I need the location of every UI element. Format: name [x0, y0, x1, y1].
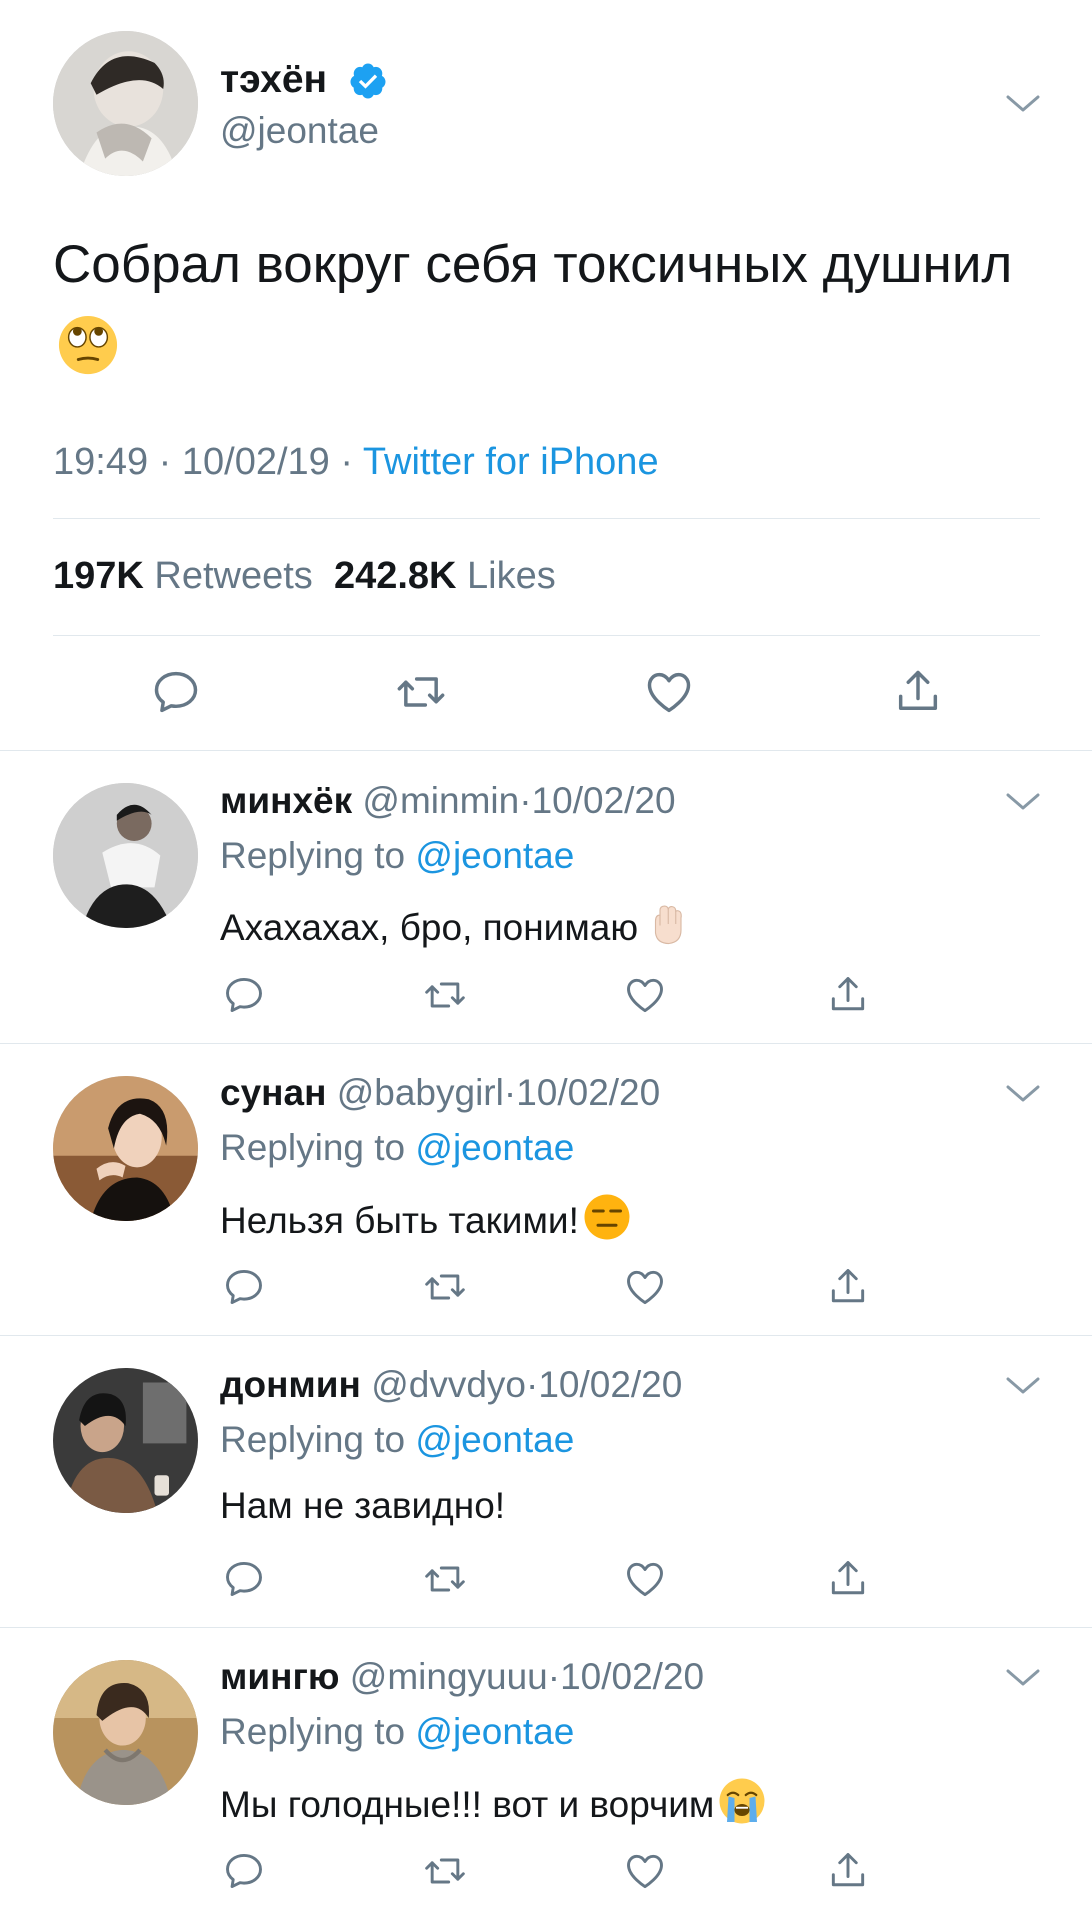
replying-to-mention[interactable]: @jeontae — [415, 835, 574, 876]
heart-icon[interactable] — [623, 1849, 667, 1893]
heart-icon[interactable] — [643, 666, 695, 718]
reply-avatar[interactable] — [53, 1660, 198, 1805]
chevron-down-icon[interactable] — [1006, 1376, 1040, 1396]
verified-badge-icon — [350, 63, 386, 99]
divider — [53, 518, 1040, 519]
divider — [0, 1043, 1092, 1044]
reply-author-name[interactable]: донмин — [220, 1364, 361, 1405]
replying-to: Replying to @jeontae — [220, 1419, 574, 1461]
reply-icon[interactable] — [222, 1265, 266, 1309]
meta-separator: · — [519, 780, 532, 821]
divider — [0, 750, 1092, 751]
reply-text-content: Ахахахах, бро, понимаю — [220, 907, 639, 948]
replying-to: Replying to @jeontae — [220, 835, 574, 877]
share-icon[interactable] — [892, 666, 944, 718]
reply-date[interactable]: 10/02/20 — [560, 1656, 704, 1697]
reply-author-name[interactable]: сунан — [220, 1072, 326, 1113]
likes-stat[interactable]: 242.8K Likes — [334, 555, 556, 597]
reply-header: сунан @babygirl·10/02/20 — [220, 1072, 660, 1114]
meta-separator: · — [340, 441, 354, 483]
chevron-down-icon[interactable] — [1006, 792, 1040, 812]
divider — [53, 635, 1040, 636]
reply-text: Ахахахах, бро, понимаю — [220, 900, 690, 949]
reply-avatar[interactable] — [53, 783, 198, 928]
meta-separator: · — [158, 441, 172, 483]
chevron-down-icon[interactable] — [1006, 1668, 1040, 1688]
heart-icon[interactable] — [623, 1557, 667, 1601]
replying-to-mention[interactable]: @jeontae — [415, 1127, 574, 1168]
reply-header: мингю @mingyuuu·10/02/20 — [220, 1656, 704, 1698]
reply-author-handle[interactable]: @dvvdyo — [371, 1364, 526, 1405]
share-icon[interactable] — [826, 1265, 870, 1309]
reply-text-content: Мы голодные!!! вот и ворчим — [220, 1784, 715, 1825]
reply-icon[interactable] — [150, 666, 202, 718]
reply-date[interactable]: 10/02/20 — [538, 1364, 682, 1405]
author-name[interactable]: тэхён — [220, 58, 327, 102]
divider — [0, 1627, 1092, 1628]
loudly-crying-face-emoji-icon — [719, 1778, 765, 1824]
chevron-down-icon[interactable] — [1006, 1084, 1040, 1104]
reply-text-content: Нельзя быть такими! — [220, 1200, 579, 1241]
reply-icon[interactable] — [222, 1557, 266, 1601]
replying-to-label: Replying to — [220, 835, 406, 876]
reply-avatar[interactable] — [53, 1076, 198, 1221]
replying-to: Replying to @jeontae — [220, 1127, 574, 1169]
author-avatar[interactable] — [53, 31, 198, 176]
retweet-icon[interactable] — [423, 1265, 467, 1309]
replying-to-mention[interactable]: @jeontae — [415, 1419, 574, 1460]
tweet-text: Собрал вокруг себя токсичных душнил — [53, 222, 1013, 394]
reply-text: Нам не завидно! — [220, 1485, 505, 1527]
tweet-time: 19:49 — [53, 441, 149, 483]
expressionless-face-emoji-icon — [584, 1194, 630, 1240]
share-icon[interactable] — [826, 1557, 870, 1601]
divider — [0, 1335, 1092, 1336]
reply-icon[interactable] — [222, 1849, 266, 1893]
reply-author-handle[interactable]: @mingyuuu — [350, 1656, 548, 1697]
replying-to-label: Replying to — [220, 1711, 406, 1752]
reply-author-name[interactable]: мингю — [220, 1656, 339, 1697]
raised-fist-emoji-icon — [655, 905, 682, 945]
replying-to: Replying to @jeontae — [220, 1711, 574, 1753]
chevron-down-icon[interactable] — [1006, 94, 1040, 114]
tweet-source-link[interactable]: Twitter for iPhone — [363, 441, 659, 483]
replying-to-label: Replying to — [220, 1127, 406, 1168]
reply-text: Нельзя быть такими! — [220, 1193, 631, 1242]
heart-icon[interactable] — [623, 1265, 667, 1309]
retweets-count: 197K — [53, 555, 144, 597]
author-handle[interactable]: @jeontae — [220, 110, 379, 152]
retweets-label: Retweets — [154, 555, 313, 597]
meta-separator: · — [503, 1072, 517, 1113]
engagement-stats: 197K Retweets 242.8K Likes — [53, 555, 556, 598]
retweet-icon[interactable] — [395, 666, 447, 718]
reply-header: донмин @dvvdyo·10/02/20 — [220, 1364, 682, 1406]
tweet-date[interactable]: 10/02/19 — [182, 441, 330, 483]
likes-label: Likes — [467, 555, 556, 597]
retweet-icon[interactable] — [423, 973, 467, 1017]
reply-icon[interactable] — [222, 973, 266, 1017]
reply-avatar[interactable] — [53, 1368, 198, 1513]
replying-to-label: Replying to — [220, 1419, 406, 1460]
reply-author-name[interactable]: минхёк — [220, 780, 352, 821]
share-icon[interactable] — [826, 973, 870, 1017]
reply-header: минхёк @minmin·10/02/20 — [220, 780, 676, 822]
likes-count: 242.8K — [333, 555, 457, 597]
retweet-icon[interactable] — [423, 1557, 467, 1601]
tweet-meta: 19:49 · 10/02/19 · Twitter for iPhone — [53, 441, 659, 484]
reply-text: Мы голодные!!! вот и ворчим — [220, 1777, 766, 1826]
retweet-icon[interactable] — [423, 1849, 467, 1893]
heart-icon[interactable] — [623, 973, 667, 1017]
tweet-text-content: Собрал вокруг себя токсичных душнил — [53, 235, 1013, 294]
retweets-stat[interactable]: 197K Retweets — [53, 555, 313, 597]
reply-author-handle[interactable]: @minmin — [362, 780, 519, 821]
reply-date[interactable]: 10/02/20 — [516, 1072, 660, 1113]
meta-separator: · — [547, 1656, 561, 1697]
share-icon[interactable] — [826, 1849, 870, 1893]
replying-to-mention[interactable]: @jeontae — [415, 1711, 574, 1752]
reply-date[interactable]: 10/02/20 — [532, 780, 676, 821]
reply-text-content: Нам не завидно! — [220, 1485, 506, 1526]
reply-author-handle[interactable]: @babygirl — [337, 1072, 504, 1113]
meta-separator: · — [525, 1364, 539, 1405]
rolling-eyes-emoji-icon — [58, 315, 118, 375]
